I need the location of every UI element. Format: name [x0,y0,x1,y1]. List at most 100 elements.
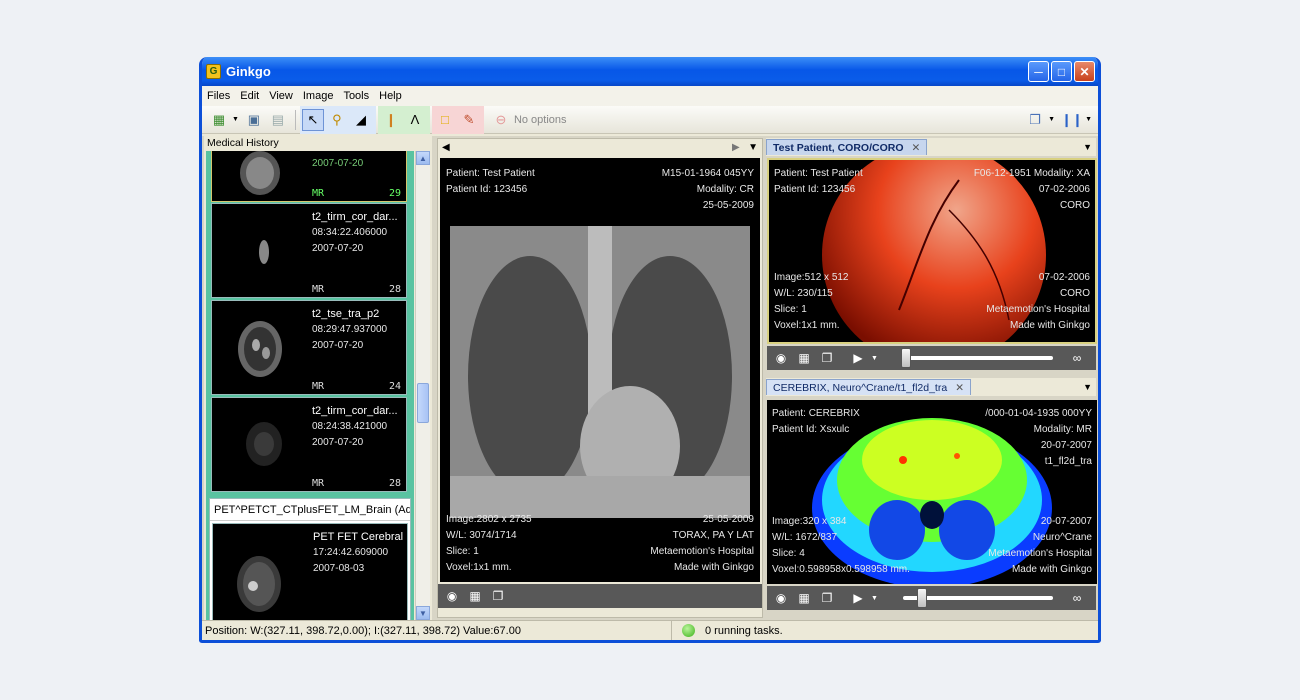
freehand-tool-icon[interactable]: ✎ [458,109,480,131]
study-id: F06-12-1951 Modality: XA [973,168,1090,179]
add-study-icon[interactable]: ▦ [208,109,230,131]
save-icon[interactable]: ▤ [267,109,289,131]
link-icon[interactable]: ∞ [1067,589,1087,607]
series-item[interactable]: t2_tirm_cor_dar... 08:34:22.406000 2007-… [211,203,407,298]
menu-edit[interactable]: Edit [240,90,259,102]
close-button[interactable]: ✕ [1074,61,1095,82]
series-item[interactable]: t2_tirm_cor_dar... 08:24:38.421000 2007-… [211,397,407,492]
zoom-tool-icon[interactable]: ⚲ [326,109,348,131]
acquire-icon[interactable]: ▣ [243,109,265,131]
scroll-down-icon[interactable]: ▼ [416,606,430,620]
no-options-icon: ⊖ [495,111,507,127]
study-description: Neuro^Crane [1032,532,1092,543]
add-study-dropdown-icon[interactable]: ▼ [232,116,239,123]
series-modality: MR [312,284,325,295]
link-icon[interactable]: ∞ [1067,349,1087,367]
grid-layout-icon[interactable]: ▦ [794,589,814,607]
menu-tools[interactable]: Tools [343,90,369,102]
series-count: 28 [388,478,401,489]
menu-help[interactable]: Help [379,90,402,102]
scroll-up-icon[interactable]: ▲ [416,151,430,165]
slice: Slice: 1 [446,546,479,557]
scroll-thumb[interactable] [417,383,429,423]
menu-view[interactable]: View [269,90,293,102]
patient-id: Patient Id: 123456 [446,184,528,195]
tab-menu-icon[interactable]: ▼ [1083,142,1092,152]
series-time: 08:29:47.937000 [312,324,388,335]
play-dropdown-icon[interactable]: ▼ [871,355,878,362]
windows-icon[interactable]: ❐ [488,587,508,605]
series-count: 24 [388,381,401,392]
history-list[interactable]: 2007-07-20 MR 29 t2_tirm_cor_dar... 08:3… [206,151,414,620]
study-description: TORAX, PA Y LAT [672,530,754,541]
study-description: CORO [1060,200,1090,211]
pointer-tool-icon[interactable]: ↖ [301,108,324,131]
coro-viewer-controls: ◉ ▦ ❐ ▶ ▼ ∞ [767,346,1096,370]
arrow-right-icon[interactable]: ▶ [732,142,740,153]
angle-tool-icon[interactable]: Λ [404,109,426,131]
windows-layout-dropdown-icon[interactable]: ▼ [1048,116,1055,123]
play-icon[interactable]: ▶ [848,349,868,367]
play-icon[interactable]: ▶ [848,589,868,607]
study-date: 25-05-2009 [702,200,754,211]
columns-layout-icon[interactable]: ❙❙ [1061,109,1083,131]
brain-viewport[interactable]: Patient: CEREBRIX Patient Id: Xsxulc /00… [767,400,1097,584]
menu-dropdown-icon[interactable]: ▼ [748,142,758,153]
main-viewer-controls: ◉ ▦ ❐ [438,584,762,608]
grid-layout-icon[interactable]: ▦ [465,587,485,605]
grid-layout-icon[interactable]: ▦ [794,349,814,367]
play-dropdown-icon[interactable]: ▼ [871,595,878,602]
study-id: M15-01-1964 045YY [661,168,754,179]
title-bar[interactable]: G Ginkgo ─ □ ✕ [202,57,1098,86]
tab-coro[interactable]: Test Patient, CORO/CORO ✕ [766,139,928,155]
history-scrollbar[interactable]: ▲ ▼ [415,151,430,620]
study-date: 20-07-2007 [1040,440,1092,451]
windows-icon[interactable]: ❐ [817,349,837,367]
series-date: 2007-07-20 [312,437,364,448]
modality: Modality: MR [1033,424,1092,435]
tab-cerebrix[interactable]: CEREBRIX, Neuro^Crane/t1_fl2d_tra ✕ [766,379,971,395]
windows-icon[interactable]: ❐ [817,589,837,607]
made-with: Made with Ginkgo [673,562,754,573]
ruler-tool-icon[interactable]: ❙ [380,109,402,131]
coro-viewport[interactable]: Patient: Test Patient Patient Id: 123456… [767,158,1097,344]
series-item[interactable]: PET FET Cerebral 17:24:42.609000 2007-08… [212,523,408,620]
image-size: Image:320 x 384 [772,516,847,527]
columns-layout-dropdown-icon[interactable]: ▼ [1085,116,1092,123]
slice-slider-handle[interactable] [901,348,911,368]
study-item[interactable]: PET^PETCT_CTplusFET_LM_Brain (Ad... PET … [209,498,411,620]
brain-viewer-panel: CEREBRIX, Neuro^Crane/t1_fl2d_tra ✕ ▼ Pa… [766,378,1097,616]
hospital: Metaemotion's Hospital [650,546,754,557]
window-level-tool-icon[interactable]: ◢ [350,109,372,131]
series-item[interactable]: 2007-07-20 MR 29 [211,151,407,202]
eye-icon[interactable]: ◉ [771,589,791,607]
made-with: Made with Ginkgo [1009,320,1090,331]
coro-viewer-panel: Test Patient, CORO/CORO ✕ ▼ Patient: Tes… [766,138,1097,374]
xray-viewport[interactable]: Patient: Test Patient Patient Id: 123456… [440,158,760,582]
series-name: PET FET Cerebral [313,531,404,543]
menu-files[interactable]: Files [207,90,230,102]
series-date: 2007-07-20 [312,340,364,351]
series-item[interactable]: t2_tse_tra_p2 08:29:47.937000 2007-07-20… [211,300,407,395]
note-tool-icon[interactable]: □ [434,109,456,131]
menu-image[interactable]: Image [303,90,334,102]
task-status-icon [682,624,695,637]
close-tab-icon[interactable]: ✕ [912,142,921,154]
toolbar: ▦ ▼ ▣ ▤ ↖ ⚲ ◢ ❙ Λ □ ✎ ⊖ No options ❐ ▼ ❙… [202,105,1098,134]
minimize-button[interactable]: ─ [1028,61,1049,82]
main-viewer-header: ◀ ▶ ▼ [438,139,762,156]
slice-slider-track[interactable] [903,356,1053,360]
series-time: 17:24:42.609000 [313,547,389,558]
series-modality: MR [312,381,325,392]
slice-slider-handle[interactable] [917,588,927,608]
eye-icon[interactable]: ◉ [442,587,462,605]
arrow-left-icon[interactable]: ◀ [442,142,450,153]
slice: Slice: 4 [772,548,805,559]
patient-name: Patient: Test Patient [774,168,863,179]
maximize-button[interactable]: □ [1051,61,1072,82]
tab-menu-icon[interactable]: ▼ [1083,382,1092,392]
close-tab-icon[interactable]: ✕ [955,382,964,394]
medical-history-panel: Medical History 2007-07-20 MR 29 t2_tirm… [204,136,432,620]
eye-icon[interactable]: ◉ [771,349,791,367]
windows-layout-icon[interactable]: ❐ [1024,109,1046,131]
